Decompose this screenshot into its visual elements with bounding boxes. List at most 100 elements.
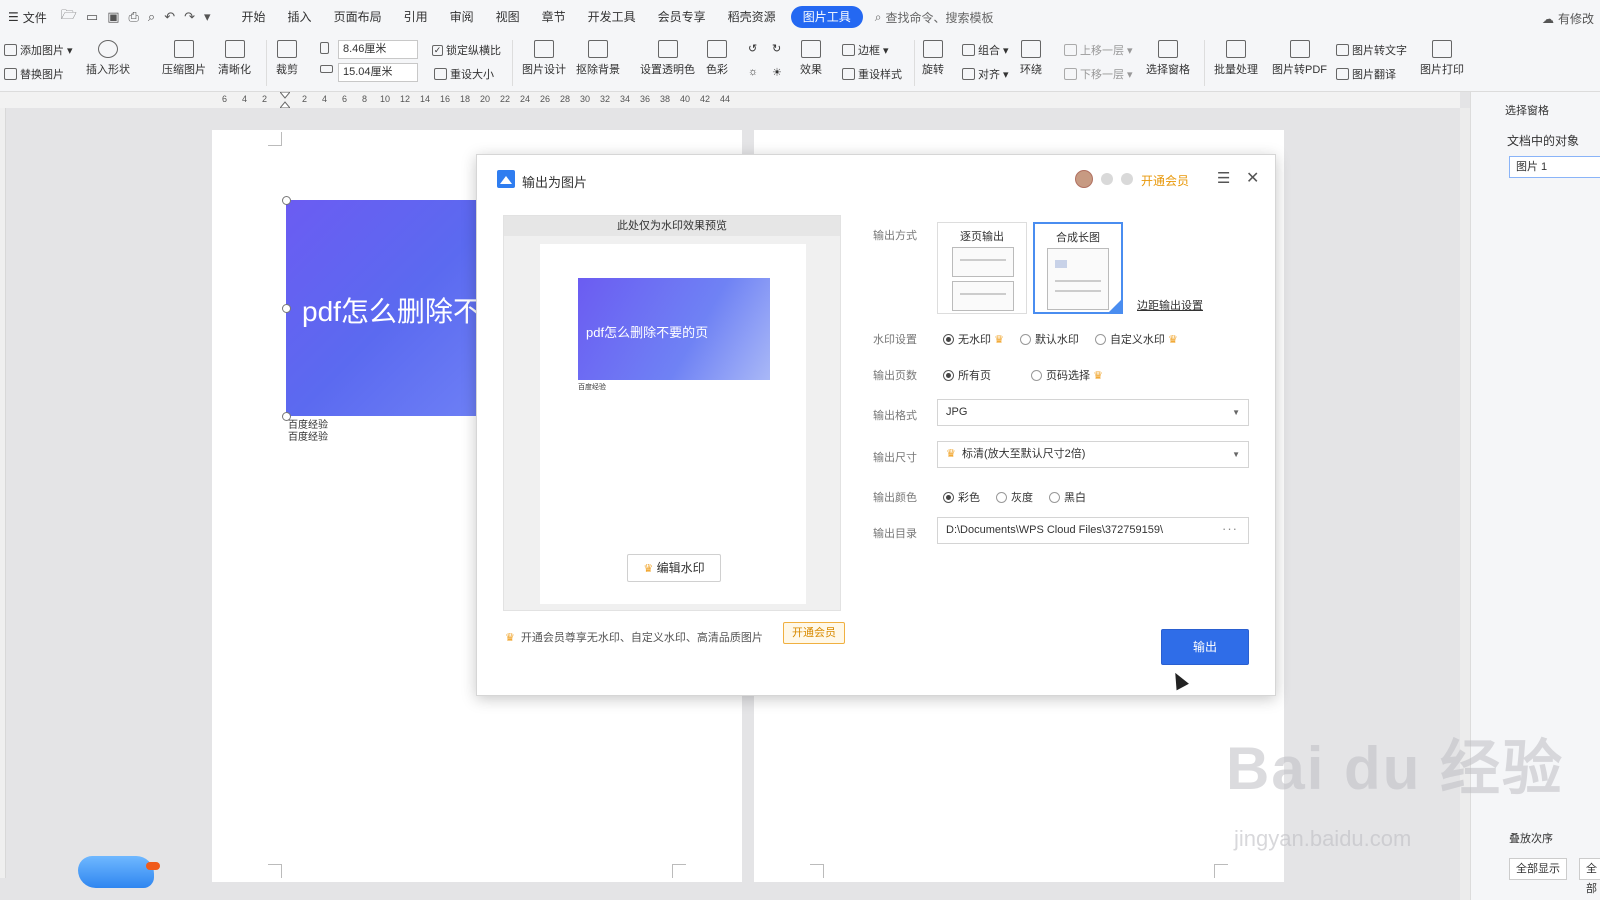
clarify-button[interactable]: 清晰化 <box>218 40 251 77</box>
align-button[interactable]: 对齐 ▾ <box>962 66 1009 82</box>
more-icon[interactable]: ··· <box>1222 516 1238 541</box>
tab-home[interactable]: 开始 <box>231 6 277 28</box>
selection-pane-title[interactable]: 选择窗格 <box>1505 102 1549 118</box>
open-vip-link[interactable]: 开通会员 <box>1141 172 1189 189</box>
tab-page-layout[interactable]: 页面布局 <box>323 6 393 28</box>
tab-chapter[interactable]: 章节 <box>531 6 577 28</box>
indent-marker-icon[interactable] <box>280 92 290 108</box>
save-icon[interactable]: ▭ <box>86 9 98 25</box>
color-button[interactable]: 色彩 <box>706 40 728 77</box>
print-preview-icon[interactable]: ⌕ <box>148 9 155 25</box>
rotate-label: 旋转 <box>922 64 944 76</box>
avatar[interactable] <box>1075 170 1093 188</box>
image-to-pdf-button[interactable]: 图片转PDF <box>1272 40 1327 77</box>
export-button[interactable]: 输出 <box>1161 629 1249 665</box>
image-to-text-button[interactable]: 图片转文字 <box>1336 42 1407 58</box>
format-value: JPG <box>946 406 968 418</box>
document-image[interactable]: pdf怎么删除不 <box>286 200 476 416</box>
object-item[interactable]: 图片 1 <box>1509 156 1600 178</box>
selection-pane-button[interactable]: 选择窗格 <box>1146 40 1190 77</box>
tab-docer[interactable]: 稻壳资源 <box>717 6 787 28</box>
tab-developer[interactable]: 开发工具 <box>577 6 647 28</box>
tab-member[interactable]: 会员专享 <box>647 6 717 28</box>
file-menu[interactable]: ☰ 文件 <box>0 9 55 26</box>
open-vip-button[interactable]: 开通会员 <box>783 622 845 644</box>
pages-all-option[interactable]: 所有页 <box>943 367 991 383</box>
group-button[interactable]: 组合 ▾ <box>962 42 1009 58</box>
tab-references[interactable]: 引用 <box>393 6 439 28</box>
image-translate-button[interactable]: 图片翻译 <box>1336 66 1396 82</box>
rotate-right-icon[interactable]: ↻ <box>772 42 781 55</box>
set-transparent-button[interactable]: 设置透明色 <box>640 40 695 77</box>
tab-view[interactable]: 视图 <box>485 6 531 28</box>
rotate-button[interactable]: 旋转 <box>922 40 944 77</box>
watermark-none-option[interactable]: 无水印 ♛ <box>943 331 1004 347</box>
vertical-ruler[interactable] <box>0 108 6 878</box>
add-image-button[interactable]: 添加图片 ▾ <box>4 42 73 58</box>
search-icon: ⌕ <box>874 9 882 24</box>
command-search[interactable]: ⌕ 查找命令、搜索模板 <box>875 9 994 26</box>
batch-process-button[interactable]: 批量处理 <box>1214 40 1258 77</box>
replace-image-button[interactable]: 替换图片 <box>4 66 64 82</box>
mode-page-option[interactable]: 逐页输出 <box>937 222 1027 314</box>
edit-watermark-button[interactable]: ♛ 编辑水印 <box>627 554 721 582</box>
group-icon <box>962 44 975 56</box>
remove-background-button[interactable]: 抠除背景 <box>576 40 620 77</box>
send-backward-button[interactable]: 下移一层 ▾ <box>1064 66 1133 82</box>
resize-handle[interactable] <box>282 196 291 205</box>
bring-forward-button[interactable]: 上移一层 ▾ <box>1064 42 1133 58</box>
size-select[interactable]: ♛ 标清(放大至默认尺寸2倍) ▼ <box>937 441 1249 468</box>
color-full-option[interactable]: 彩色 <box>943 489 980 505</box>
horizontal-ruler[interactable]: 6 4 2 2 4 6 8 10 12 14 16 18 20 22 24 26… <box>0 92 1460 108</box>
rotate-left-icon[interactable]: ↺ <box>748 42 757 55</box>
effects-button[interactable]: 效果 <box>800 40 822 77</box>
batch-process-label: 批量处理 <box>1214 64 1258 76</box>
customize-dropdown-icon[interactable]: ▾ <box>204 9 211 25</box>
image-design-button[interactable]: 图片设计 <box>522 40 566 77</box>
pages-select-option[interactable]: 页码选择 ♛ <box>1031 367 1103 383</box>
watermark-custom-option[interactable]: 自定义水印 ♛ <box>1094 331 1178 347</box>
ruler-number: 38 <box>660 94 671 104</box>
set-transparent-label: 设置透明色 <box>640 64 695 76</box>
brightness-up-icon[interactable]: ☼ <box>748 66 758 78</box>
hide-all-button[interactable]: 全部 <box>1579 858 1600 895</box>
dialog-header: 输出为图片 开通会员 ☰ ✕ <box>477 155 1275 201</box>
reset-style-button[interactable]: 重设样式 <box>842 66 902 82</box>
resize-handle[interactable] <box>282 304 291 313</box>
compress-image-button[interactable]: 压缩图片 <box>162 40 206 77</box>
margin-settings-link[interactable]: 边距输出设置 <box>1137 297 1203 313</box>
watermark-default-option[interactable]: 默认水印 <box>1019 331 1079 347</box>
open-folder-icon[interactable]: 🗁 <box>61 6 77 28</box>
tab-insert[interactable]: 插入 <box>277 6 323 28</box>
wrap-button[interactable]: 环绕 <box>1020 40 1042 77</box>
height-input[interactable]: 8.46厘米 <box>338 40 418 59</box>
insert-shape-button[interactable]: 插入形状 <box>86 40 130 77</box>
mode-long-image-option[interactable]: 合成长图 <box>1033 222 1123 314</box>
color-gray-option[interactable]: 灰度 <box>996 489 1033 505</box>
tab-image-tools[interactable]: 图片工具 <box>790 6 863 28</box>
print-icon[interactable]: ⎙ <box>129 9 139 25</box>
sync-status[interactable]: ☁ 有修改 <box>1542 10 1594 27</box>
reset-size-button[interactable]: 重设大小 <box>434 66 494 82</box>
watermark-default-label: 默认水印 <box>1034 334 1079 346</box>
export-icon[interactable]: ▣ <box>107 9 119 25</box>
menu-icon[interactable]: ☰ <box>1217 169 1230 187</box>
undo-icon[interactable]: ↶ <box>164 9 175 25</box>
brightness-down-icon[interactable]: ☀ <box>772 66 782 79</box>
crop-button[interactable]: 裁剪 <box>276 40 298 77</box>
lock-ratio-checkbox[interactable]: ✓ 锁定纵横比 <box>432 42 501 58</box>
show-all-button[interactable]: 全部显示 <box>1509 858 1567 880</box>
directory-input[interactable]: D:\Documents\WPS Cloud Files\372759159\ … <box>937 517 1249 544</box>
format-select[interactable]: JPG ▼ <box>937 399 1249 426</box>
pages-label: 输出页数 <box>873 370 917 382</box>
tab-review[interactable]: 审阅 <box>439 6 485 28</box>
align-icon <box>962 68 975 80</box>
redo-icon[interactable]: ↷ <box>184 9 195 25</box>
output-mode-label: 输出方式 <box>873 230 917 242</box>
image-print-button[interactable]: 图片打印 <box>1420 40 1464 77</box>
width-input[interactable]: 15.04厘米 <box>338 63 418 82</box>
border-button[interactable]: 边框 ▾ <box>842 42 889 58</box>
close-icon[interactable]: ✕ <box>1246 168 1259 188</box>
color-bw-option[interactable]: 黑白 <box>1049 489 1086 505</box>
compress-image-label: 压缩图片 <box>162 64 206 76</box>
